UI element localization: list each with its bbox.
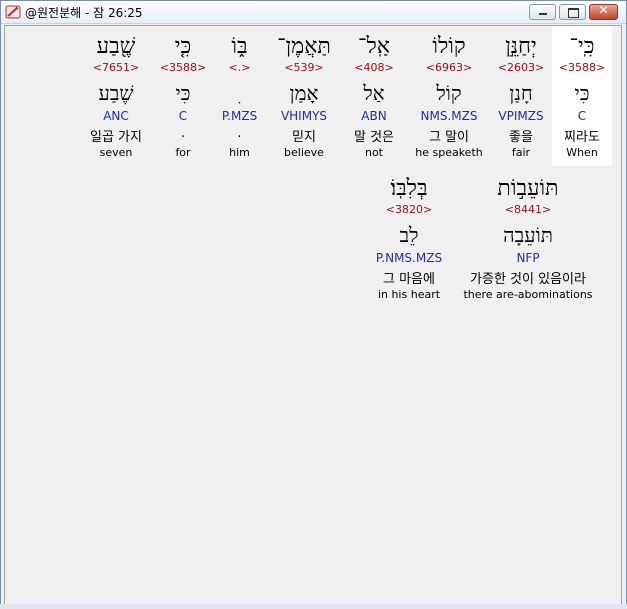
word-lemma: תּוֹעֵבָה bbox=[503, 223, 553, 247]
close-button[interactable]: ✕ bbox=[589, 3, 618, 20]
word-korean-gloss: 그 마음에 bbox=[383, 272, 435, 287]
app-window: @원전분해 - 잠 26:25 ✕ כִּֽי־ <3588> כִּי C 찌라도 Wh… bbox=[0, 0, 627, 609]
word-block[interactable]: שֶׁ֖בַע <7651> שֶׁבַע ANC 일곱 가지 seven bbox=[77, 26, 155, 166]
word-english-gloss: he speaketh bbox=[415, 146, 483, 159]
word-morphology: P.MZS bbox=[221, 109, 258, 123]
word-strong-number: <539> bbox=[284, 61, 324, 74]
word-strong-number: <.> bbox=[228, 61, 251, 74]
word-morphology: VPIMZS bbox=[498, 109, 544, 123]
word-morphology: NMS.MZS bbox=[420, 109, 478, 123]
word-hebrew: יְחַנֵּ֣ן bbox=[505, 34, 537, 59]
interlinear-panel[interactable]: כִּֽי־ <3588> כִּי C 찌라도 When יְחַנֵּ֣ן <2603> ח… bbox=[4, 25, 622, 605]
word-block[interactable]: בְּלִבּֽוֹ׃ <3820> לֵב P.NMS.MZS 그 마음에 in his… bbox=[365, 168, 453, 308]
word-block[interactable]: יְחַנֵּ֣ן <2603> חָנַן VPIMZS 좋을 fair bbox=[490, 26, 552, 166]
word-english-gloss: not bbox=[364, 146, 383, 159]
word-lemma: אַל bbox=[363, 81, 385, 105]
word-lemma: קוֹל bbox=[436, 81, 462, 105]
word-strong-number: <3820> bbox=[385, 203, 433, 216]
word-korean-gloss: 말 것은 bbox=[353, 130, 394, 145]
title-bar[interactable]: @원전분해 - 잠 26:25 ✕ bbox=[1, 1, 626, 24]
word-hebrew: קוֹלוֹ bbox=[432, 34, 466, 59]
word-strong-number: <7651> bbox=[92, 61, 140, 74]
word-korean-gloss: 믿지 bbox=[292, 130, 316, 145]
word-morphology: C bbox=[577, 109, 587, 123]
word-morphology: NFP bbox=[516, 251, 540, 265]
word-block[interactable]: כִּ֤י <3588> כִּי C. for bbox=[155, 26, 211, 166]
word-english-gloss: believe bbox=[284, 146, 324, 159]
word-block[interactable]: תּוֹעֵב֣וֹת <8441> תּוֹעֵבָה NFP 가증한 것이 있음이라… bbox=[453, 168, 603, 308]
word-lemma: ִ bbox=[211, 79, 268, 107]
minimize-button[interactable] bbox=[529, 4, 556, 20]
word-morphology: ANC bbox=[103, 109, 129, 123]
maximize-button[interactable] bbox=[559, 4, 586, 20]
word-block[interactable]: תַּאֲמֶן־ <539> אָמַן VHIMYS 믿지 believe bbox=[268, 26, 340, 166]
word-korean-gloss: 찌라도 bbox=[564, 130, 600, 145]
word-morphology: C bbox=[178, 109, 188, 123]
word-hebrew: בְּלִבּֽוֹ׃ bbox=[390, 176, 428, 201]
word-english-gloss: fair bbox=[511, 146, 531, 159]
word-morphology: VHIMYS bbox=[280, 109, 328, 123]
word-block[interactable]: קוֹלוֹ <6963> קוֹל NMS.MZS 그 말이 he speaketh bbox=[408, 26, 490, 166]
word-hebrew: כִּ֤י bbox=[174, 34, 192, 59]
word-lemma: חָנַן bbox=[509, 81, 533, 105]
word-english-gloss: in his heart bbox=[377, 288, 441, 301]
word-korean-gloss: . bbox=[237, 126, 242, 141]
word-block[interactable]: בּ֑וֹ <.>ִ P.MZS. him bbox=[211, 26, 268, 166]
word-strong-number: <6963> bbox=[425, 61, 473, 74]
word-korean-gloss: 일곱 가지 bbox=[90, 130, 142, 145]
word-strong-number: <2603> bbox=[497, 61, 545, 74]
close-icon: ✕ bbox=[598, 3, 609, 17]
word-lemma: כִּי bbox=[574, 81, 590, 105]
word-hebrew: בּ֑וֹ bbox=[231, 34, 248, 59]
word-lemma: שֶׁבַע bbox=[98, 81, 134, 105]
word-korean-gloss: 그 말이 bbox=[428, 130, 469, 145]
word-lemma: לֵב bbox=[399, 223, 419, 247]
window-title: @원전분해 - 잠 26:25 bbox=[25, 6, 143, 20]
word-strong-number: <408> bbox=[354, 61, 394, 74]
word-morphology: P.NMS.MZS bbox=[375, 251, 443, 265]
word-english-gloss: for bbox=[175, 146, 191, 159]
word-english-gloss: When bbox=[566, 146, 598, 159]
word-strong-number: <8441> bbox=[504, 203, 552, 216]
word-korean-gloss: 좋을 bbox=[509, 130, 533, 145]
word-hebrew: אַֽל־ bbox=[358, 34, 390, 59]
word-english-gloss: him bbox=[229, 146, 250, 159]
word-korean-gloss: 가증한 것이 있음이라 bbox=[470, 272, 586, 287]
word-block[interactable]: כִּֽי־ <3588> כִּי C 찌라도 When bbox=[552, 26, 612, 166]
word-english-gloss: seven bbox=[99, 146, 133, 159]
word-strong-number: <3588> bbox=[159, 61, 207, 74]
app-icon bbox=[5, 5, 21, 19]
word-hebrew: כִּֽי־ bbox=[569, 34, 595, 59]
word-morphology: ABN bbox=[361, 109, 387, 123]
window-bottom-border bbox=[0, 604, 627, 609]
word-english-gloss: there are-abominations bbox=[463, 288, 593, 301]
word-lemma: כִּי bbox=[175, 81, 191, 105]
word-hebrew: שֶׁ֖בַע bbox=[96, 34, 136, 59]
word-strong-number: <3588> bbox=[558, 61, 606, 74]
word-hebrew: תַּאֲמֶן־ bbox=[277, 34, 331, 59]
word-block[interactable]: אַֽל־ <408> אַל ABN 말 것은 not bbox=[340, 26, 408, 166]
word-lemma: אָמַן bbox=[289, 81, 319, 105]
word-hebrew: תּוֹעֵב֣וֹת bbox=[497, 176, 559, 201]
word-korean-gloss: . bbox=[180, 126, 186, 141]
